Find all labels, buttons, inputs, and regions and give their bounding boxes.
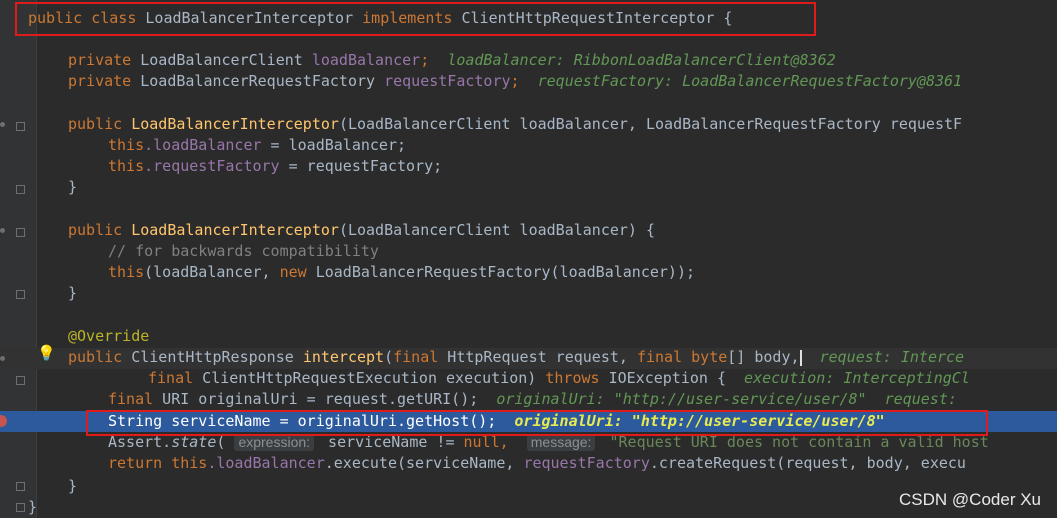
code-line-method-signature[interactable]: final ClientHttpRequestExecution executi…	[148, 368, 970, 389]
semicolon: ;	[510, 72, 520, 90]
code-text: .execute(serviceName,	[324, 454, 524, 472]
keyword: public	[68, 221, 123, 239]
code-line[interactable]: final URI originalUri = request.getURI()…	[108, 389, 966, 410]
debug-inline-value: requestFactory: LoadBalancerRequestFacto…	[537, 72, 963, 90]
lightbulb-icon[interactable]: 💡	[37, 344, 56, 362]
code-line-brace[interactable]: }	[68, 476, 77, 497]
text-caret	[799, 349, 802, 366]
brace: }	[68, 284, 78, 302]
code-text: = requestFactory;	[279, 157, 443, 175]
code-text: IOException {	[599, 369, 736, 387]
fold-toggle-icon[interactable]	[16, 376, 25, 385]
code-text: (loadBalancer,	[144, 263, 280, 281]
code-line-brace[interactable]: }	[68, 283, 77, 304]
keyword: this	[108, 136, 145, 154]
keyword: private	[68, 72, 132, 90]
keyword: this	[108, 157, 145, 175]
keyword: this	[162, 454, 208, 472]
code-line-brace[interactable]: }	[68, 177, 77, 198]
keyword: final	[108, 390, 154, 408]
code-text: LoadBalancerRequestFactory(loadBalancer)…	[306, 263, 696, 281]
debug-inline-value: request: Interce	[819, 348, 965, 366]
parameter-hint: message:	[526, 434, 596, 451]
field-name: requestFactory	[523, 454, 650, 472]
constructor-name: LoadBalancerInterceptor	[131, 221, 339, 239]
parameter-list: (LoadBalancerClient loadBalancer, LoadBa…	[338, 115, 963, 133]
brace: }	[68, 477, 78, 495]
parameter-hint: expression:	[234, 434, 315, 451]
code-text: .createRequest(request, body, execu	[649, 454, 966, 472]
debug-inline-value: originalUri: "http://user-service/user/8…	[496, 390, 966, 408]
code-text: = loadBalancer;	[261, 136, 407, 154]
type-name: LoadBalancerRequestFactory	[140, 72, 376, 90]
brace: }	[28, 498, 38, 516]
field-name: loadBalancer	[311, 51, 421, 69]
keyword: final	[636, 348, 683, 366]
code-text: ClientHttpRequestExecution execution)	[193, 369, 546, 387]
code-text: [] body,	[727, 348, 800, 366]
fold-toggle-icon[interactable]	[16, 482, 25, 491]
code-line-constructor[interactable]: public LoadBalancerInterceptor(LoadBalan…	[68, 114, 962, 135]
keyword: new	[279, 263, 307, 281]
keyword: return	[108, 454, 163, 472]
type-name: LoadBalancerClient	[140, 51, 303, 69]
constructor-name: LoadBalancerInterceptor	[131, 115, 339, 133]
annotation-box-service-name	[86, 410, 988, 436]
gutter-separator	[36, 0, 37, 518]
code-text: (	[384, 348, 394, 366]
field-name: .requestFactory	[144, 157, 280, 175]
return-type: ClientHttpResponse	[122, 348, 303, 366]
fold-toggle-icon[interactable]	[16, 228, 25, 237]
field-name: .loadBalancer	[144, 136, 262, 154]
keyword: this	[108, 263, 145, 281]
keyword: byte	[682, 348, 728, 366]
fold-toggle-icon[interactable]	[16, 290, 25, 299]
debug-inline-value: execution: InterceptingCl	[744, 369, 970, 387]
debug-inline-value: loadBalancer: RibbonLoadBalancerClient@8…	[447, 51, 836, 69]
editor-gutter[interactable]	[0, 0, 36, 518]
code-line-annotation[interactable]: @Override	[68, 326, 149, 347]
annotation-box-class-decl	[15, 2, 816, 36]
code-line-method-signature[interactable]: public ClientHttpResponse intercept(fina…	[68, 347, 964, 368]
keyword: private	[68, 51, 132, 69]
brace: }	[68, 178, 78, 196]
code-text: URI originalUri = request.getURI();	[153, 390, 479, 408]
code-line[interactable]: this.loadBalancer = loadBalancer;	[108, 135, 406, 156]
method-marker-icon	[0, 356, 5, 361]
fold-toggle-icon[interactable]	[16, 185, 25, 194]
code-line-comment[interactable]: // for backwards compatibility	[108, 241, 379, 262]
code-line-constructor[interactable]: public LoadBalancerInterceptor(LoadBalan…	[68, 220, 655, 241]
keyword: throws	[545, 369, 600, 387]
keyword: final	[148, 369, 194, 387]
code-line[interactable]: this.requestFactory = requestFactory;	[108, 156, 442, 177]
method-name: intercept	[302, 348, 385, 366]
watermark: CSDN @Coder Xu	[899, 490, 1041, 509]
code-text: HttpRequest request,	[438, 348, 637, 366]
comment: // for backwards compatibility	[108, 242, 379, 260]
method-marker-icon	[0, 228, 5, 233]
code-line[interactable]: this(loadBalancer, new LoadBalancerReque…	[108, 262, 695, 283]
code-line-field[interactable]: private LoadBalancerRequestFactory reque…	[68, 71, 962, 92]
annotation: @Override	[68, 327, 150, 345]
fold-toggle-icon[interactable]	[16, 503, 25, 512]
code-line-brace[interactable]: }	[28, 497, 37, 518]
keyword: public	[68, 115, 123, 133]
keyword: final	[393, 348, 439, 366]
code-line-field[interactable]: private LoadBalancerClient loadBalancer;…	[68, 50, 836, 71]
fold-toggle-icon[interactable]	[16, 122, 25, 131]
parameter-list: (LoadBalancerClient loadBalancer) {	[338, 221, 656, 239]
semicolon: ;	[420, 51, 430, 69]
field-name: requestFactory	[384, 72, 511, 90]
field-name: .loadBalancer	[207, 454, 325, 472]
keyword: public	[68, 348, 123, 366]
method-marker-icon	[0, 122, 5, 127]
code-line[interactable]: return this.loadBalancer.execute(service…	[108, 453, 966, 474]
